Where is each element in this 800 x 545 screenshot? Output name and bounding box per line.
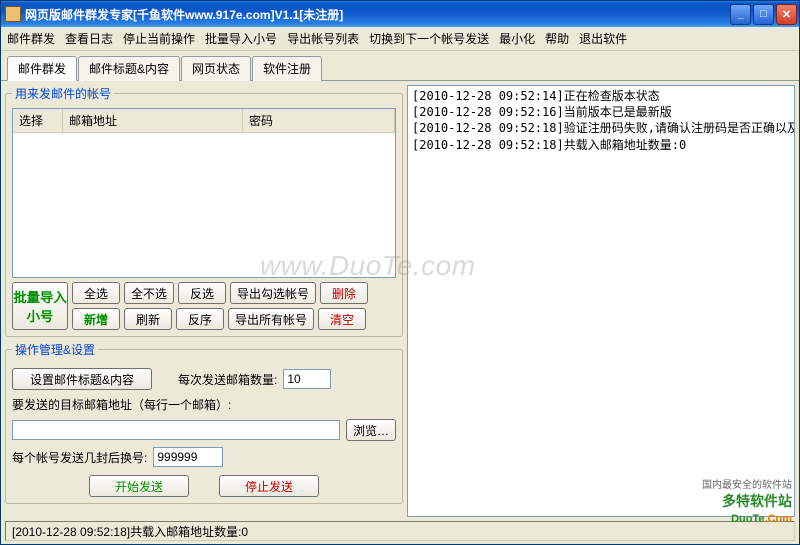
- menu-stop-current[interactable]: 停止当前操作: [123, 30, 195, 47]
- accounts-group: 用来发邮件的帐号 选择 邮箱地址 密码 批量导入小号 全选 全不选 反选: [5, 85, 403, 337]
- add-button[interactable]: 新增: [72, 308, 120, 330]
- menu-export-accounts[interactable]: 导出帐号列表: [287, 30, 359, 47]
- menu-next-account[interactable]: 切换到下一个帐号发送: [369, 30, 489, 47]
- stop-send-button[interactable]: 停止发送: [219, 475, 319, 497]
- start-send-button[interactable]: 开始发送: [89, 475, 189, 497]
- switch-count-input[interactable]: [153, 447, 223, 467]
- bulk-import-button[interactable]: 批量导入小号: [12, 282, 68, 330]
- minimize-button[interactable]: _: [730, 4, 751, 25]
- switch-count-label: 每个帐号发送几封后换号:: [12, 449, 147, 466]
- col-email[interactable]: 邮箱地址: [63, 109, 243, 132]
- select-none-button[interactable]: 全不选: [124, 282, 174, 304]
- accounts-table[interactable]: 选择 邮箱地址 密码: [12, 108, 396, 278]
- menu-minimize[interactable]: 最小化: [499, 30, 535, 47]
- delete-button[interactable]: 删除: [320, 282, 368, 304]
- left-column: 用来发邮件的帐号 选择 邮箱地址 密码 批量导入小号 全选 全不选 反选: [5, 85, 403, 517]
- clear-button[interactable]: 清空: [318, 308, 366, 330]
- reverse-button[interactable]: 反序: [176, 308, 224, 330]
- menu-bulk-import[interactable]: 批量导入小号: [205, 30, 277, 47]
- settings-group: 操作管理&设置 设置邮件标题&内容 每次发送邮箱数量: 要发送的目标邮箱地址（每…: [5, 341, 403, 504]
- titlebar[interactable]: 网页版邮件群发专家[千鱼软件www.917e.com]V1.1[未注册] _ □…: [1, 1, 799, 27]
- target-emails-input[interactable]: [12, 420, 340, 440]
- batch-count-label: 每次发送邮箱数量:: [178, 371, 277, 388]
- refresh-button[interactable]: 刷新: [124, 308, 172, 330]
- tab-strip: 邮件群发 邮件标题&内容 网页状态 软件注册: [1, 51, 799, 81]
- accounts-legend: 用来发邮件的帐号: [12, 85, 114, 102]
- export-all-button[interactable]: 导出所有帐号: [228, 308, 314, 330]
- menu-mail-send[interactable]: 邮件群发: [7, 30, 55, 47]
- log-line: [2010-12-28 09:52:14]正在检查版本状态: [412, 88, 790, 104]
- tab-web-status[interactable]: 网页状态: [181, 56, 251, 81]
- content-area: 用来发邮件的帐号 选择 邮箱地址 密码 批量导入小号 全选 全不选 反选: [1, 81, 799, 521]
- tab-mail-send[interactable]: 邮件群发: [7, 56, 77, 81]
- target-emails-label: 要发送的目标邮箱地址（每行一个邮箱）:: [12, 396, 231, 413]
- window-controls: _ □ ✕: [730, 4, 797, 25]
- log-panel[interactable]: [2010-12-28 09:52:14]正在检查版本状态 [2010-12-2…: [407, 85, 795, 517]
- maximize-button[interactable]: □: [753, 4, 774, 25]
- menu-exit[interactable]: 退出软件: [579, 30, 627, 47]
- close-button[interactable]: ✕: [776, 4, 797, 25]
- menubar: 邮件群发 查看日志 停止当前操作 批量导入小号 导出帐号列表 切换到下一个帐号发…: [1, 27, 799, 51]
- status-text: [2010-12-28 09:52:18]共载入邮箱地址数量:0: [12, 523, 248, 540]
- log-line: [2010-12-28 09:52:18]验证注册码失败,请确认注册码是否正确以…: [412, 120, 790, 136]
- col-password[interactable]: 密码: [243, 109, 395, 132]
- menu-help[interactable]: 帮助: [545, 30, 569, 47]
- col-select[interactable]: 选择: [13, 109, 63, 132]
- browse-button[interactable]: 浏览…: [346, 419, 396, 441]
- statusbar: [2010-12-28 09:52:18]共载入邮箱地址数量:0: [5, 521, 795, 541]
- table-header: 选择 邮箱地址 密码: [13, 109, 395, 133]
- tab-title-content[interactable]: 邮件标题&内容: [78, 56, 180, 81]
- batch-count-input[interactable]: [283, 369, 331, 389]
- tab-register[interactable]: 软件注册: [252, 56, 322, 81]
- accounts-buttons: 批量导入小号 全选 全不选 反选 导出勾选帐号 删除 新增 刷新 反序: [12, 282, 396, 330]
- select-all-button[interactable]: 全选: [72, 282, 120, 304]
- settings-legend: 操作管理&设置: [12, 341, 98, 358]
- app-window: 网页版邮件群发专家[千鱼软件www.917e.com]V1.1[未注册] _ □…: [0, 0, 800, 545]
- set-title-content-button[interactable]: 设置邮件标题&内容: [12, 368, 152, 390]
- log-line: [2010-12-28 09:52:18]共载入邮箱地址数量:0: [412, 137, 790, 153]
- app-icon: [5, 6, 21, 22]
- export-checked-button[interactable]: 导出勾选帐号: [230, 282, 316, 304]
- invert-select-button[interactable]: 反选: [178, 282, 226, 304]
- log-line: [2010-12-28 09:52:16]当前版本已是最新版: [412, 104, 790, 120]
- window-title: 网页版邮件群发专家[千鱼软件www.917e.com]V1.1[未注册]: [25, 6, 730, 23]
- menu-view-log[interactable]: 查看日志: [65, 30, 113, 47]
